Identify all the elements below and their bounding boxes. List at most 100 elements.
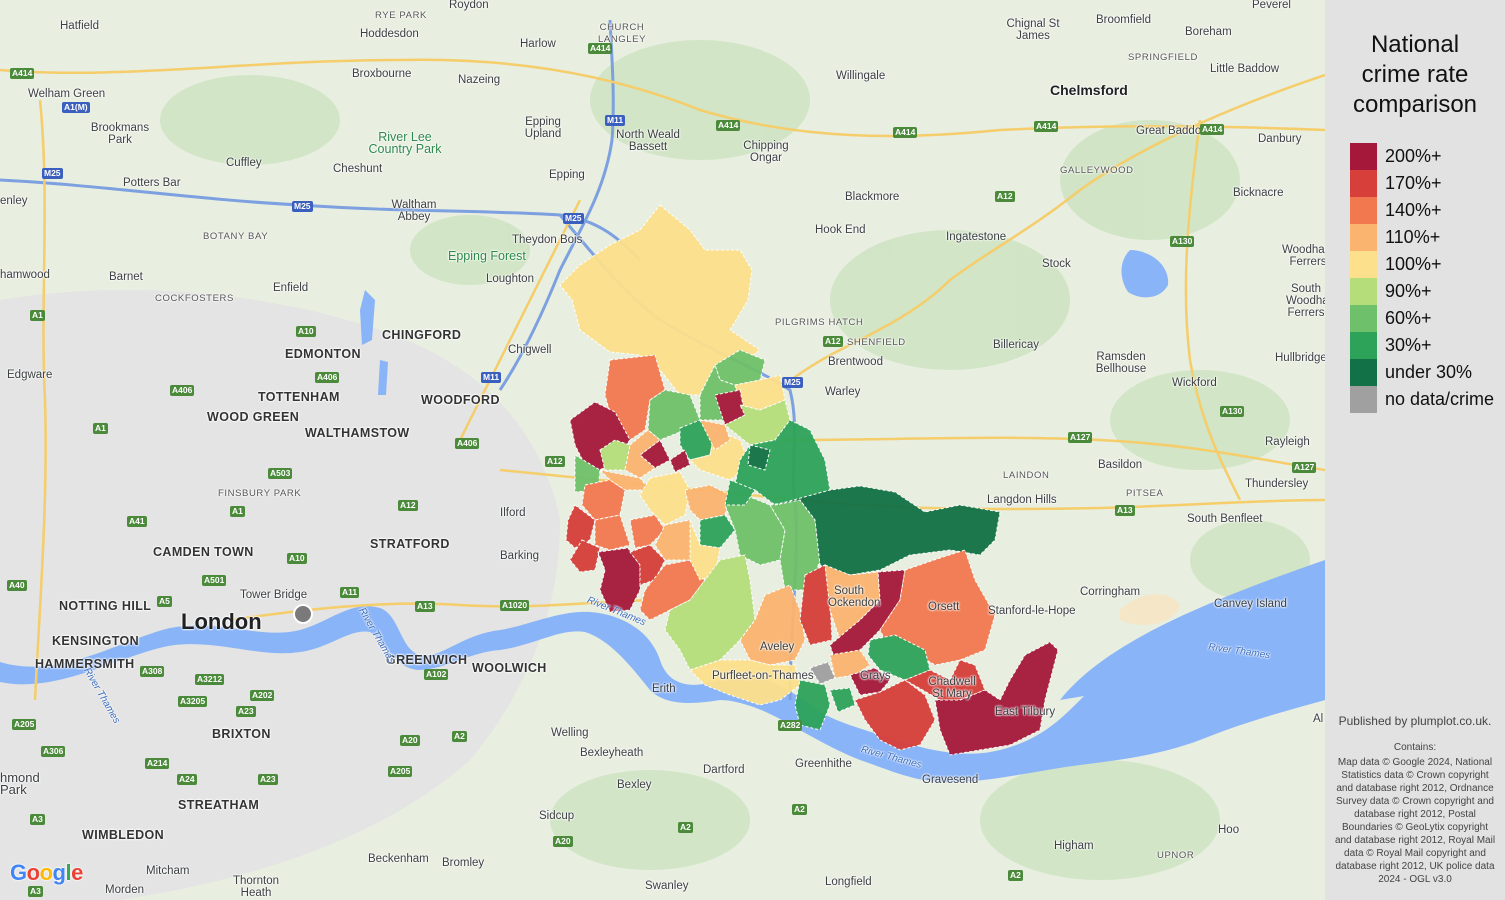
place-tottenham: TOTTENHAM <box>258 390 340 404</box>
map[interactable]: Hatfield RYE PARK Roydon Harlow CHURCH L… <box>0 0 1325 900</box>
place-cockfosters: COCKFOSTERS <box>155 293 234 304</box>
place-rye-park: RYE PARK <box>375 10 427 21</box>
place-warley: Warley <box>825 386 861 398</box>
road-a306: A306 <box>41 746 66 757</box>
place-sidcup: Sidcup <box>539 810 575 822</box>
place-hullbridge: Hullbridge <box>1275 352 1325 364</box>
road-m25-2: M25 <box>292 201 313 212</box>
place-canvey-island: Canvey Island <box>1214 598 1287 610</box>
legend-item: 170%+ <box>1350 170 1442 197</box>
place-peverel: Peverel <box>1252 0 1291 11</box>
road-a13-1: A13 <box>415 601 435 612</box>
place-wickford: Wickford <box>1172 377 1217 389</box>
place-finsbury-park: FINSBURY PARK <box>218 488 302 499</box>
place-bexleyheath: Bexleyheath <box>580 747 644 759</box>
place-pilgrims-hatch: PILGRIMS HATCH <box>775 317 864 328</box>
place-beckenham: Beckenham <box>368 853 429 865</box>
place-blackmore: Blackmore <box>845 191 900 203</box>
legend-item: 100%+ <box>1350 251 1442 278</box>
road-m25-3: M25 <box>563 213 584 224</box>
road-a414-1: A414 <box>10 68 35 79</box>
place-broomfield: Broomfield <box>1096 14 1151 26</box>
place-waltham-abbey: Waltham Abbey <box>391 199 437 223</box>
place-galleywood: GALLEYWOOD <box>1060 165 1134 176</box>
place-hook-end: Hook End <box>815 224 866 236</box>
road-m11-2: M11 <box>481 372 502 383</box>
road-a40: A40 <box>7 580 27 591</box>
place-chipping-ongar: Chipping Ongar <box>743 140 789 164</box>
place-hamwood: hamwood <box>0 269 50 281</box>
road-a10-2: A10 <box>287 553 307 564</box>
place-ali: Al <box>1313 713 1324 725</box>
legend-swatch <box>1350 251 1377 278</box>
place-kensington: KENSINGTON <box>52 634 140 648</box>
road-a12-1: A12 <box>995 191 1015 202</box>
road-a406-2: A406 <box>170 385 195 396</box>
legend-item: under 30% <box>1350 359 1472 386</box>
road-a414-2: A414 <box>588 43 613 54</box>
place-ingatestone: Ingatestone <box>946 231 1007 243</box>
place-willingale: Willingale <box>836 70 886 82</box>
place-brookmans-park: Brookmans Park <box>90 122 150 146</box>
place-south-woodham: South Woodham Ferrers <box>1286 283 1325 319</box>
legend-item: 60%+ <box>1350 305 1432 332</box>
place-chigwell: Chigwell <box>508 344 552 356</box>
legend-swatch <box>1350 359 1377 386</box>
place-stratford: STRATFORD <box>370 537 450 551</box>
place-stanford: Stanford-le-Hope <box>988 605 1076 617</box>
place-billericay: Billericay <box>993 339 1040 351</box>
place-greenhithe: Greenhithe <box>795 758 852 770</box>
place-enley: enley <box>0 195 28 207</box>
road-a12-4: A12 <box>398 500 418 511</box>
place-theydon-bois: Theydon Bois <box>512 234 583 246</box>
road-a205-2: A205 <box>388 766 413 777</box>
place-barking: Barking <box>500 550 539 562</box>
legend-item: 140%+ <box>1350 197 1442 224</box>
legend-swatch <box>1350 224 1377 251</box>
road-a130-2: A130 <box>1220 406 1245 417</box>
place-botany-bay: BOTANY BAY <box>203 231 269 242</box>
road-a3-1: A3 <box>30 814 45 825</box>
legend-item: 30%+ <box>1350 332 1432 359</box>
legend-swatch <box>1350 305 1377 332</box>
place-roydon: Roydon <box>449 0 489 11</box>
place-east-tilbury: East Tilbury <box>995 706 1056 718</box>
road-m25-4: M25 <box>782 377 803 388</box>
place-london: London <box>181 609 262 634</box>
place-epping: Epping <box>549 169 585 181</box>
place-woodham-ferrers: Woodham Ferrers <box>1282 244 1325 268</box>
place-enfield: Enfield <box>273 282 309 294</box>
place-cuffley: Cuffley <box>226 157 262 169</box>
legend-swatch <box>1350 386 1377 413</box>
published-credit: Published by plumplot.co.uk. <box>1338 714 1492 728</box>
place-higham: Higham <box>1054 840 1094 852</box>
legend-label: 100%+ <box>1385 254 1442 274</box>
place-chelmsford: Chelmsford <box>1050 82 1128 98</box>
road-a5: A5 <box>157 596 172 607</box>
road-m25-1: M25 <box>42 168 63 179</box>
place-notting-hill: NOTTING HILL <box>59 599 152 613</box>
place-thornton-heath: Thornton Heath <box>232 875 280 899</box>
road-a20-2: A20 <box>553 836 573 847</box>
road-a414-5: A414 <box>1034 121 1059 132</box>
tower-bridge-icon[interactable] <box>293 604 313 624</box>
place-barnet: Barnet <box>109 271 143 283</box>
place-orsett: Orsett <box>928 601 960 613</box>
road-a3205: A3205 <box>178 696 208 707</box>
attribution-text: Map data © Google 2024, National Statist… <box>1334 757 1496 885</box>
road-a13-2: A13 <box>1115 505 1135 516</box>
road-a11: A11 <box>340 587 360 598</box>
legend-swatch <box>1350 332 1377 359</box>
road-a102: A102 <box>424 669 449 680</box>
legend-swatch <box>1350 278 1377 305</box>
legend-item: 90%+ <box>1350 278 1432 305</box>
road-a23-2: A23 <box>258 774 278 785</box>
place-springfield: SPRINGFIELD <box>1128 52 1198 63</box>
road-a2-2: A2 <box>678 822 693 833</box>
place-bexley: Bexley <box>617 779 652 791</box>
place-mitcham: Mitcham <box>146 865 190 877</box>
place-greenwich: GREENWICH <box>386 653 468 667</box>
place-cheshunt: Cheshunt <box>333 163 383 175</box>
road-a1020: A1020 <box>500 600 530 611</box>
place-woodford: WOODFORD <box>421 393 500 407</box>
